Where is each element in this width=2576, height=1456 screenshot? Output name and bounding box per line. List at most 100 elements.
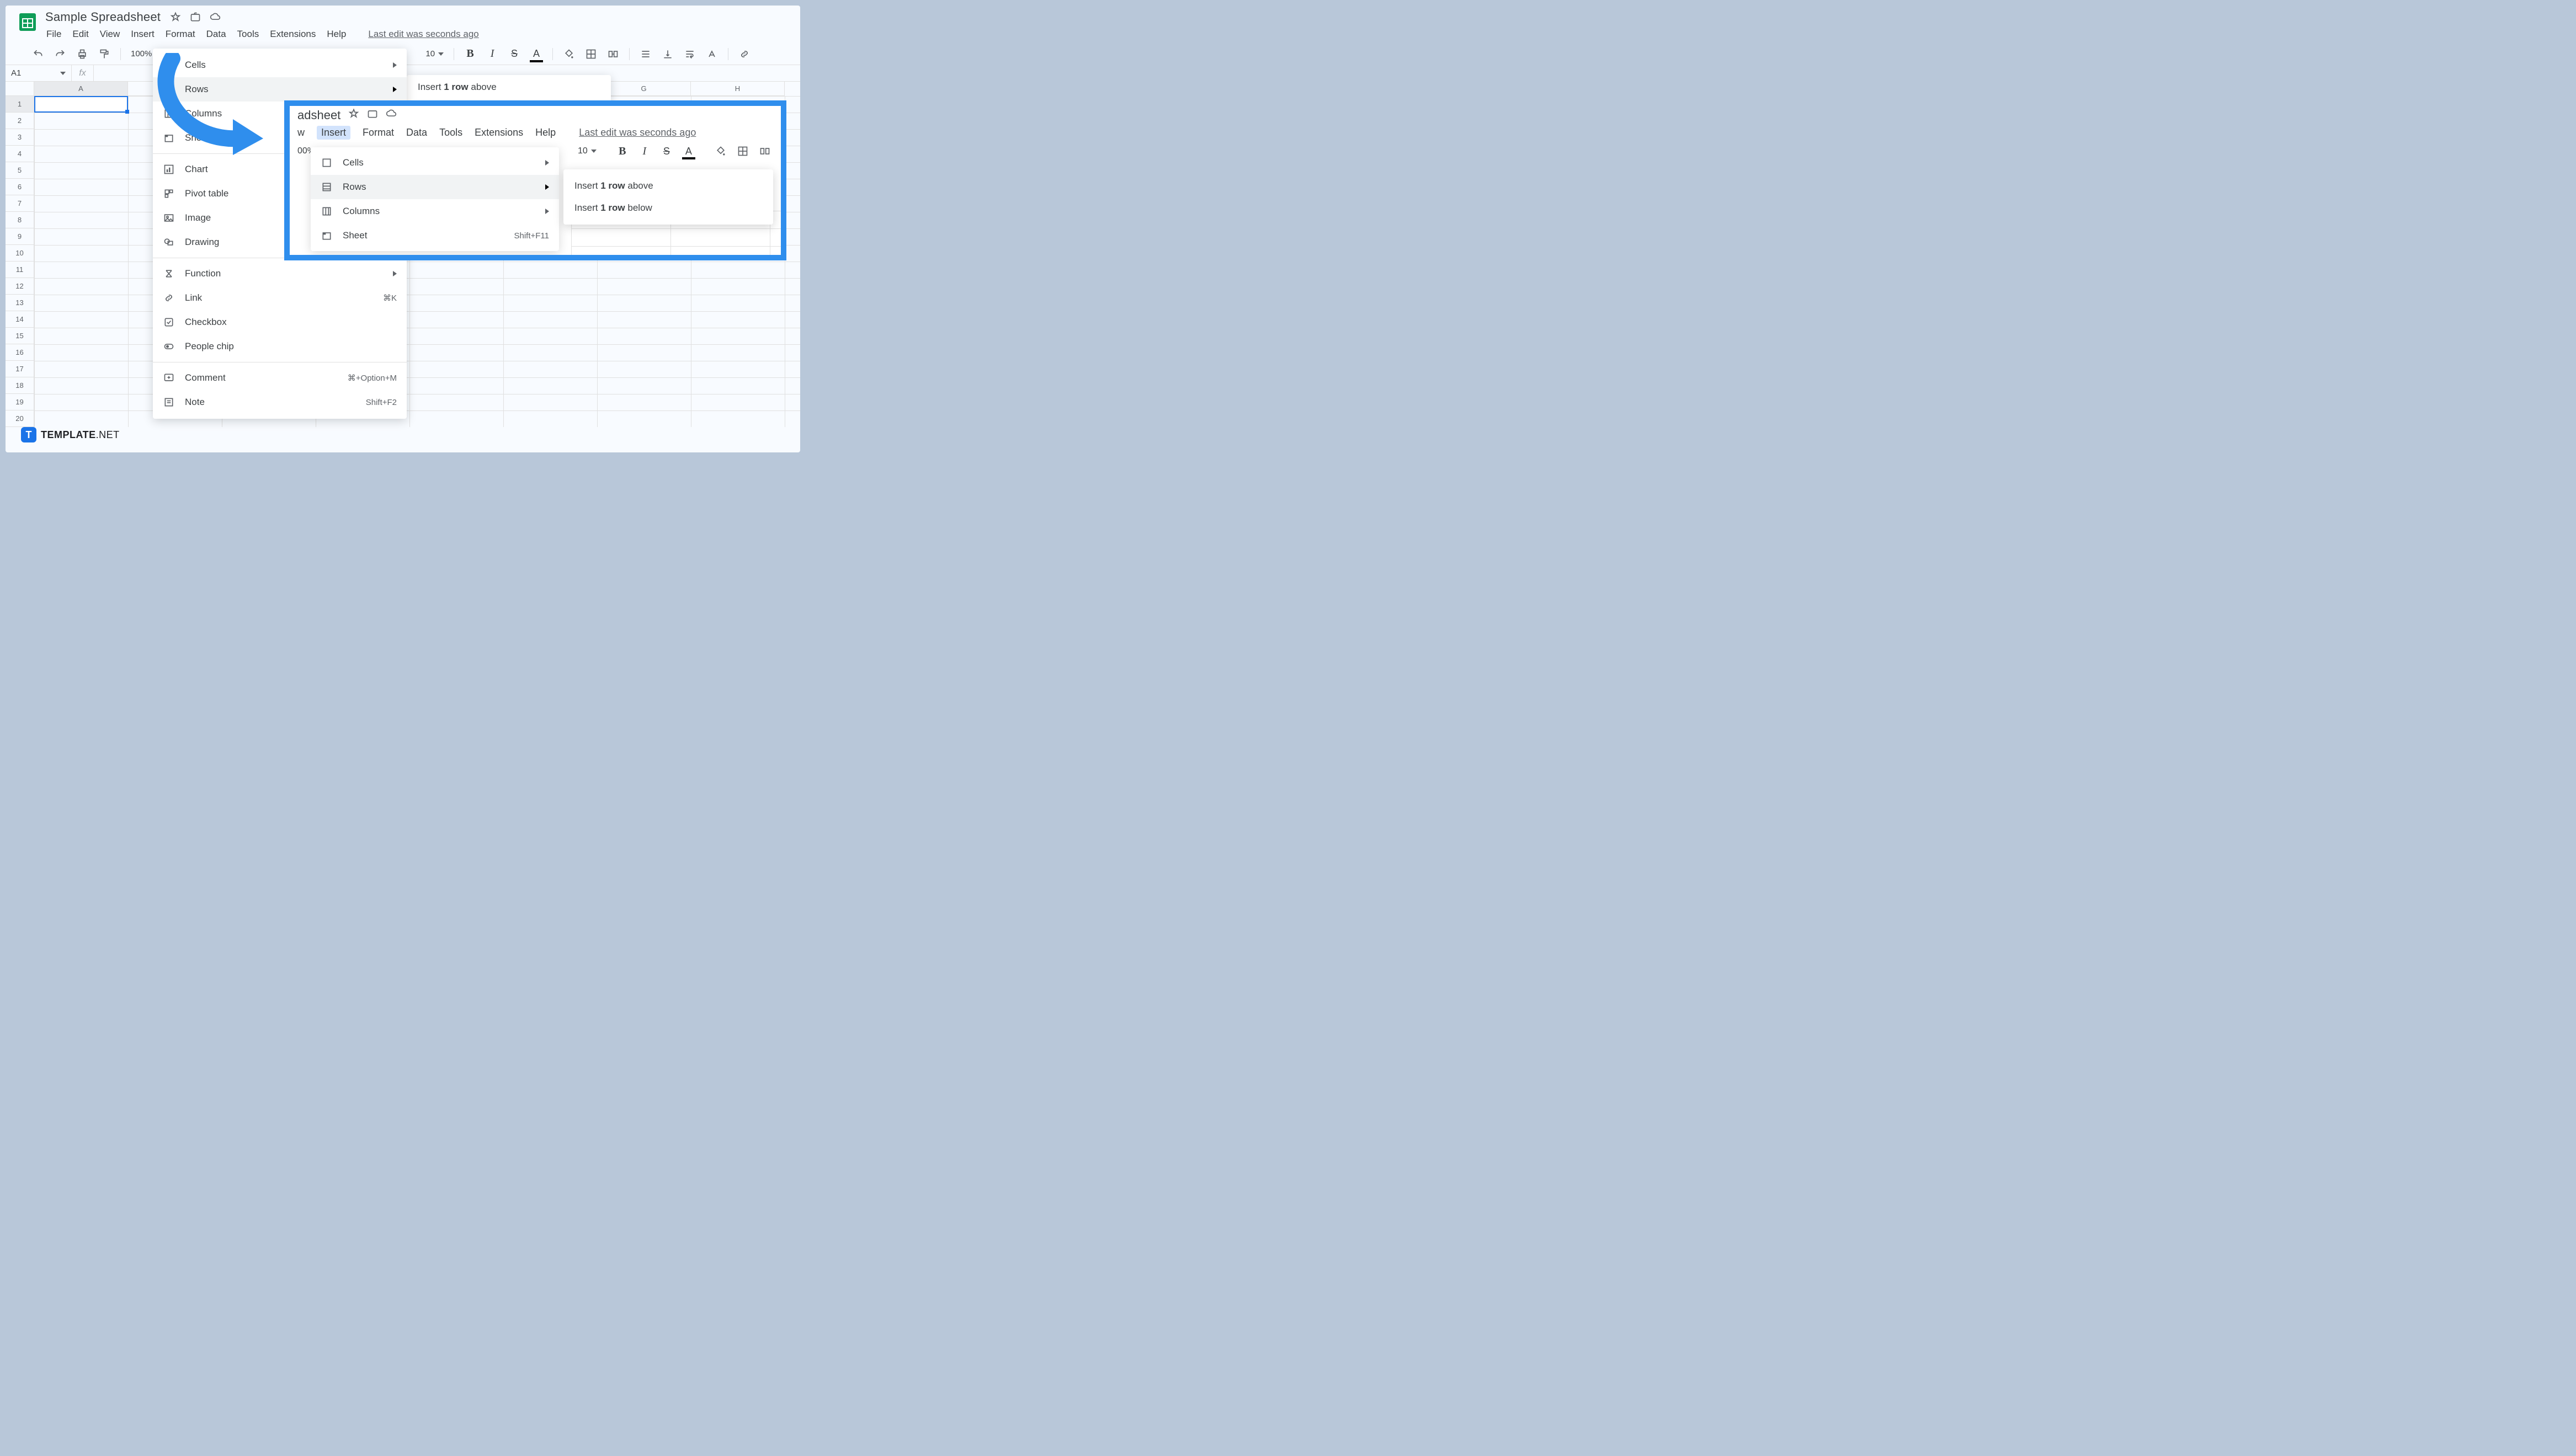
menu-view[interactable]: View: [100, 29, 120, 40]
menu-insert[interactable]: Insert: [131, 29, 155, 40]
cloud-status-icon[interactable]: [209, 11, 221, 23]
row-header[interactable]: 2: [6, 113, 34, 129]
doc-title[interactable]: Sample Spreadsheet: [45, 10, 161, 24]
paint-format-icon[interactable]: [98, 48, 110, 60]
app-header: Sample Spreadsheet File Edit View Insert…: [6, 6, 800, 43]
name-box[interactable]: A1: [6, 65, 72, 81]
horizontal-align-icon[interactable]: [640, 48, 652, 60]
text-rotation-icon[interactable]: [706, 48, 718, 60]
row-header[interactable]: 9: [6, 228, 34, 245]
fill-color-icon[interactable]: [563, 48, 575, 60]
sheet-icon: [321, 230, 333, 242]
row-header[interactable]: 20: [6, 410, 34, 427]
callout-item-rows[interactable]: Rows: [311, 175, 559, 199]
menu-item-note[interactable]: Note Shift+F2: [153, 390, 407, 414]
callout-menu-tools[interactable]: Tools: [439, 127, 462, 138]
callout-last-edit[interactable]: Last edit was seconds ago: [579, 127, 696, 138]
menu-item-comment[interactable]: Comment ⌘+Option+M: [153, 366, 407, 390]
active-cell[interactable]: [34, 96, 128, 113]
menu-extensions[interactable]: Extensions: [270, 29, 316, 40]
column-header[interactable]: G: [597, 82, 691, 96]
menu-help[interactable]: Help: [327, 29, 346, 40]
row-header[interactable]: 18: [6, 377, 34, 394]
row-header[interactable]: 17: [6, 361, 34, 377]
submenu-insert-row-below[interactable]: Insert 1 row below: [563, 197, 773, 219]
menu-item-link[interactable]: Link ⌘K: [153, 286, 407, 310]
row-header[interactable]: 13: [6, 295, 34, 311]
callout-menu-format[interactable]: Format: [363, 127, 394, 138]
row-header[interactable]: 14: [6, 311, 34, 328]
print-icon[interactable]: [76, 48, 88, 60]
last-edit-link[interactable]: Last edit was seconds ago: [368, 29, 478, 40]
menu-item-rows[interactable]: Rows: [153, 77, 407, 102]
sheets-logo-icon: [17, 11, 39, 33]
bold-button[interactable]: B: [464, 48, 476, 60]
star-icon: [348, 108, 359, 122]
insert-link-icon[interactable]: [738, 48, 751, 60]
callout-menu-data[interactable]: Data: [406, 127, 427, 138]
menu-item-people-chip[interactable]: People chip: [153, 334, 407, 359]
menu-data[interactable]: Data: [206, 29, 226, 40]
rows-submenu-partial: Insert 1 row above: [407, 75, 611, 103]
strikethrough-button[interactable]: S: [508, 48, 520, 60]
redo-icon[interactable]: [54, 48, 66, 60]
callout-bold[interactable]: B: [616, 145, 629, 157]
row-header[interactable]: 19: [6, 394, 34, 410]
star-icon[interactable]: [169, 11, 182, 23]
menu-tools[interactable]: Tools: [237, 29, 259, 40]
vertical-align-icon[interactable]: [662, 48, 674, 60]
menu-edit[interactable]: Edit: [72, 29, 88, 40]
row-header[interactable]: 4: [6, 146, 34, 162]
chevron-right-icon: [393, 271, 397, 276]
italic-button[interactable]: I: [486, 48, 498, 60]
row-header[interactable]: 5: [6, 162, 34, 179]
callout-merge-icon[interactable]: [759, 145, 771, 157]
callout-borders-icon[interactable]: [737, 145, 749, 157]
menu-item-function[interactable]: Function: [153, 262, 407, 286]
callout-menu-extensions[interactable]: Extensions: [475, 127, 523, 138]
callout-italic[interactable]: I: [638, 145, 651, 157]
zoom-select[interactable]: 100%: [131, 49, 152, 58]
callout-item-columns[interactable]: Columns: [311, 199, 559, 223]
callout-fill-color-icon[interactable]: [715, 145, 727, 157]
row-header[interactable]: 7: [6, 195, 34, 212]
callout-strike[interactable]: S: [661, 145, 673, 157]
column-header[interactable]: A: [34, 82, 128, 96]
merge-cells-icon[interactable]: [607, 48, 619, 60]
rows-icon: [163, 83, 175, 95]
menu-item-cells[interactable]: Cells: [153, 53, 407, 77]
menu-file[interactable]: File: [46, 29, 61, 40]
row-header[interactable]: 16: [6, 344, 34, 361]
row-header[interactable]: 1: [6, 96, 34, 113]
callout-item-sheet[interactable]: Sheet Shift+F11: [311, 223, 559, 248]
text-wrap-icon[interactable]: [684, 48, 696, 60]
shortcut-label: ⌘+Option+M: [348, 373, 397, 383]
row-header[interactable]: 15: [6, 328, 34, 344]
select-all-corner[interactable]: [6, 82, 34, 96]
shortcut-label: Shift+F11: [514, 231, 549, 241]
people-chip-icon: [163, 340, 175, 353]
callout-item-cells[interactable]: Cells: [311, 151, 559, 175]
row-header[interactable]: 3: [6, 129, 34, 146]
submenu-insert-row-above[interactable]: Insert 1 row above: [563, 175, 773, 197]
undo-icon[interactable]: [32, 48, 44, 60]
row-header[interactable]: 8: [6, 212, 34, 228]
menu-format[interactable]: Format: [166, 29, 195, 40]
callout-font-size[interactable]: 10: [578, 146, 597, 156]
row-header[interactable]: 6: [6, 179, 34, 195]
text-color-button[interactable]: A: [530, 48, 542, 60]
row-header[interactable]: 11: [6, 262, 34, 278]
toolbar-separator: [120, 48, 121, 60]
menu-item-checkbox[interactable]: Checkbox: [153, 310, 407, 334]
row-header[interactable]: 12: [6, 278, 34, 295]
rows-icon: [321, 181, 333, 193]
callout-text-color[interactable]: A: [683, 145, 695, 157]
move-to-drive-icon[interactable]: [189, 11, 201, 23]
borders-icon[interactable]: [585, 48, 597, 60]
dropdown-icon: [438, 52, 444, 56]
font-size-select[interactable]: 10: [425, 49, 444, 58]
column-header[interactable]: H: [691, 82, 785, 96]
row-header[interactable]: 10: [6, 245, 34, 262]
callout-menu-insert[interactable]: Insert: [317, 126, 350, 140]
callout-menu-help[interactable]: Help: [535, 127, 556, 138]
